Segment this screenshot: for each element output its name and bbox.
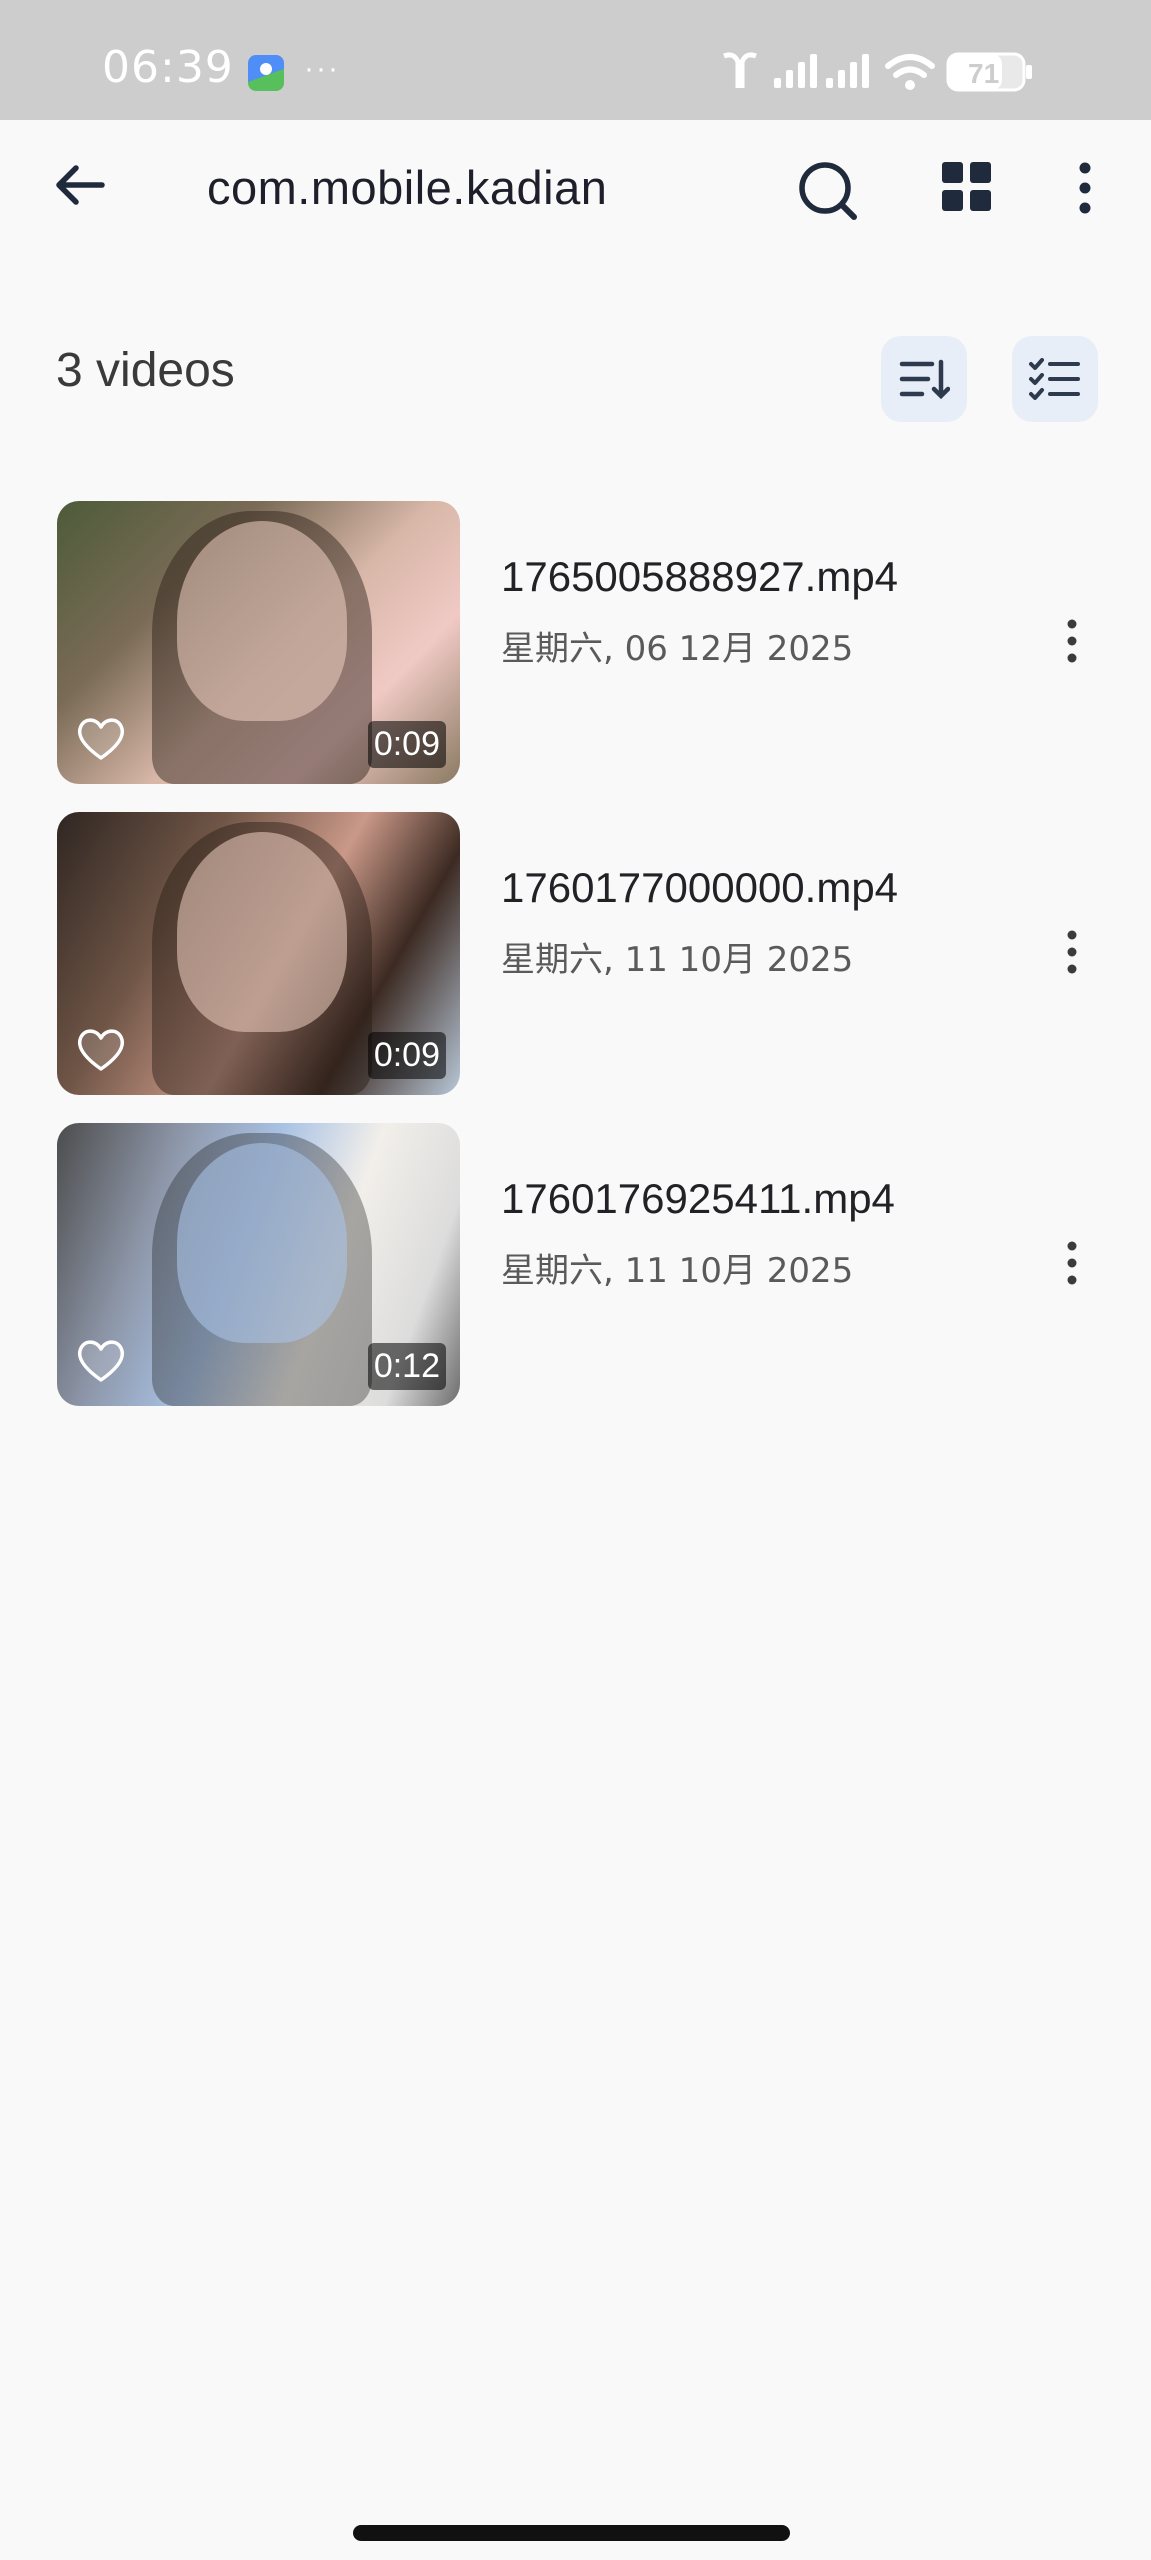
video-thumbnail[interactable]: 0:09 [57, 501, 460, 784]
arrow-left-icon [56, 165, 105, 205]
notification-app-icon [248, 55, 284, 91]
video-date: 星期六, 11 10月 2025 [501, 1251, 854, 1291]
item-more-icon[interactable] [1060, 616, 1084, 666]
video-list-item[interactable]: 0:12 1760176925411.mp4 星期六, 11 10月 2025 [0, 1123, 1151, 1406]
video-file-name: 1765005888927.mp4 [501, 553, 899, 600]
video-date: 星期六, 11 10月 2025 [501, 940, 854, 980]
status-bar: 06:39 ··· 71 [0, 0, 1151, 120]
more-vertical-icon [1079, 162, 1091, 214]
favorite-heart-icon[interactable] [73, 1021, 129, 1077]
video-duration: 0:09 [367, 1032, 446, 1079]
checklist-icon [1029, 358, 1080, 400]
video-count: 3 videos [56, 344, 235, 397]
battery-level: 71 [968, 58, 999, 89]
grid-view-button[interactable] [940, 160, 994, 214]
grid-icon [942, 162, 991, 211]
page-title: com.mobile.kadian [207, 161, 608, 214]
search-button[interactable] [795, 158, 861, 224]
video-list-item[interactable]: 0:09 1765005888927.mp4 星期六, 06 12月 2025 [0, 501, 1151, 784]
earbuds-icon [723, 52, 757, 88]
search-icon [799, 162, 857, 220]
status-time: 06:39 [102, 42, 234, 93]
sort-icon [899, 359, 950, 400]
video-file-name: 1760177000000.mp4 [501, 864, 899, 911]
video-date: 星期六, 06 12月 2025 [501, 629, 854, 669]
video-list-item[interactable]: 0:09 1760177000000.mp4 星期六, 11 10月 2025 [0, 812, 1151, 1095]
status-indicators: 71 [716, 50, 1056, 94]
video-file-name: 1760176925411.mp4 [501, 1175, 895, 1222]
video-thumbnail[interactable]: 0:09 [57, 812, 460, 1095]
multi-select-button[interactable] [1012, 336, 1098, 422]
screen: 06:39 ··· 71 com.mobile.kadian 3 videos … [0, 0, 1151, 2560]
home-indicator[interactable] [353, 2525, 790, 2541]
video-thumbnail[interactable]: 0:12 [57, 1123, 460, 1406]
sort-button[interactable] [881, 336, 967, 422]
video-duration: 0:09 [367, 721, 446, 768]
more-options-button[interactable] [1070, 158, 1100, 218]
item-more-icon[interactable] [1060, 1238, 1084, 1288]
signal-icon [774, 54, 869, 88]
favorite-heart-icon[interactable] [73, 1332, 129, 1388]
wifi-icon [885, 54, 935, 78]
back-button[interactable] [50, 155, 110, 215]
app-bar: com.mobile.kadian [0, 120, 1151, 255]
video-duration: 0:12 [367, 1343, 446, 1390]
favorite-heart-icon[interactable] [73, 710, 129, 766]
more-notifications-icon: ··· [304, 52, 340, 85]
item-more-icon[interactable] [1060, 927, 1084, 977]
